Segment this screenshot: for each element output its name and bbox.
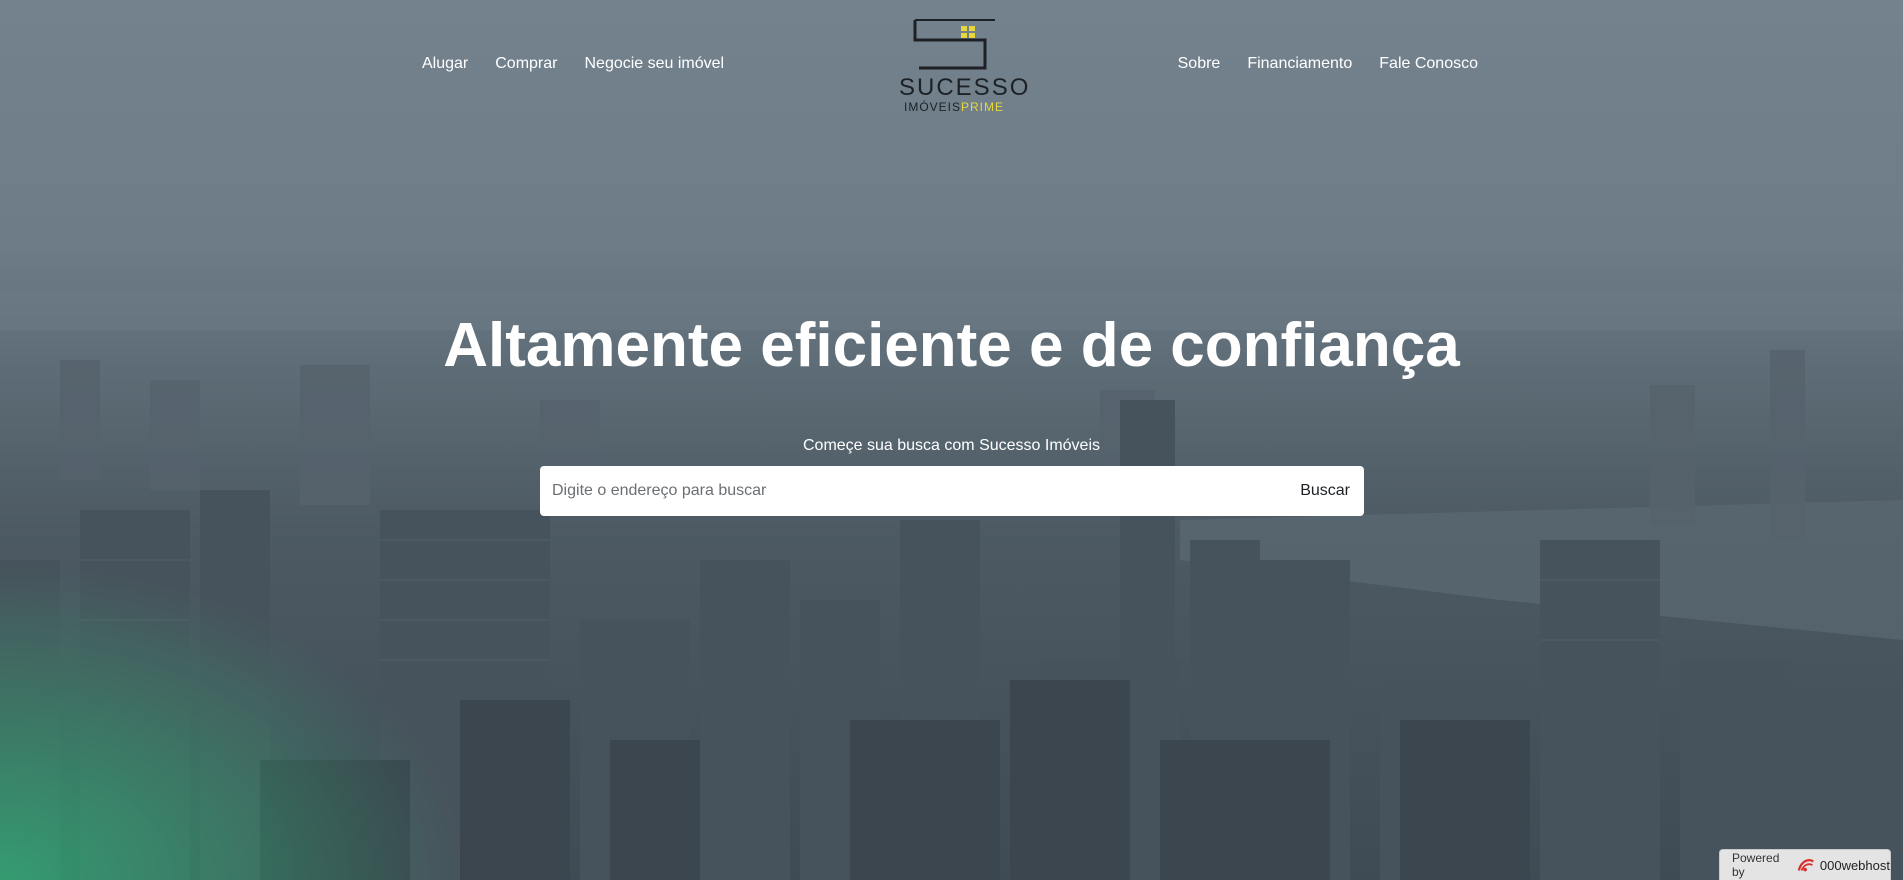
badge-brand: 000webhost [1819, 857, 1890, 873]
nav-link-alugar[interactable]: Alugar [422, 55, 468, 77]
main-nav-right: Sobre Financiamento Fale Conosco [1178, 55, 1478, 77]
nav-link-fale-conosco[interactable]: Fale Conosco [1379, 55, 1478, 77]
nav-link-financiamento[interactable]: Financiamento [1247, 55, 1352, 77]
hero-headline: Altamente eficiente e de confiança [443, 311, 1460, 380]
nav-link-negocie[interactable]: Negocie seu imóvel [584, 55, 724, 77]
logo-mark-icon [913, 19, 995, 70]
hosting-badge[interactable]: Powered by 000webhost [1719, 849, 1891, 880]
hero-tagline: Começe sua busca com Sucesso Imóveis [802, 437, 1100, 454]
search-input[interactable] [552, 482, 1301, 500]
nav-link-sobre[interactable]: Sobre [1178, 55, 1221, 77]
search-form: Buscar [540, 466, 1364, 516]
logo-brand-text: SUCESSO [899, 74, 1031, 101]
main-nav-left: Alugar Comprar Negocie seu imóvel [422, 55, 724, 77]
logo-subtitle-main: IMÓVEIS [903, 100, 961, 114]
badge-prefix: Powered by [1732, 851, 1780, 879]
logo-subtitle-accent: PRIME [961, 100, 1005, 114]
nav-link-comprar[interactable]: Comprar [495, 55, 557, 77]
logo-subtitle: IMÓVEISPRIME [899, 100, 1009, 114]
search-button[interactable]: Buscar [1300, 482, 1350, 500]
site-logo[interactable]: SUCESSO IMÓVEISPRIME [895, 18, 1031, 118]
000webhost-logo-icon [1797, 859, 1814, 872]
